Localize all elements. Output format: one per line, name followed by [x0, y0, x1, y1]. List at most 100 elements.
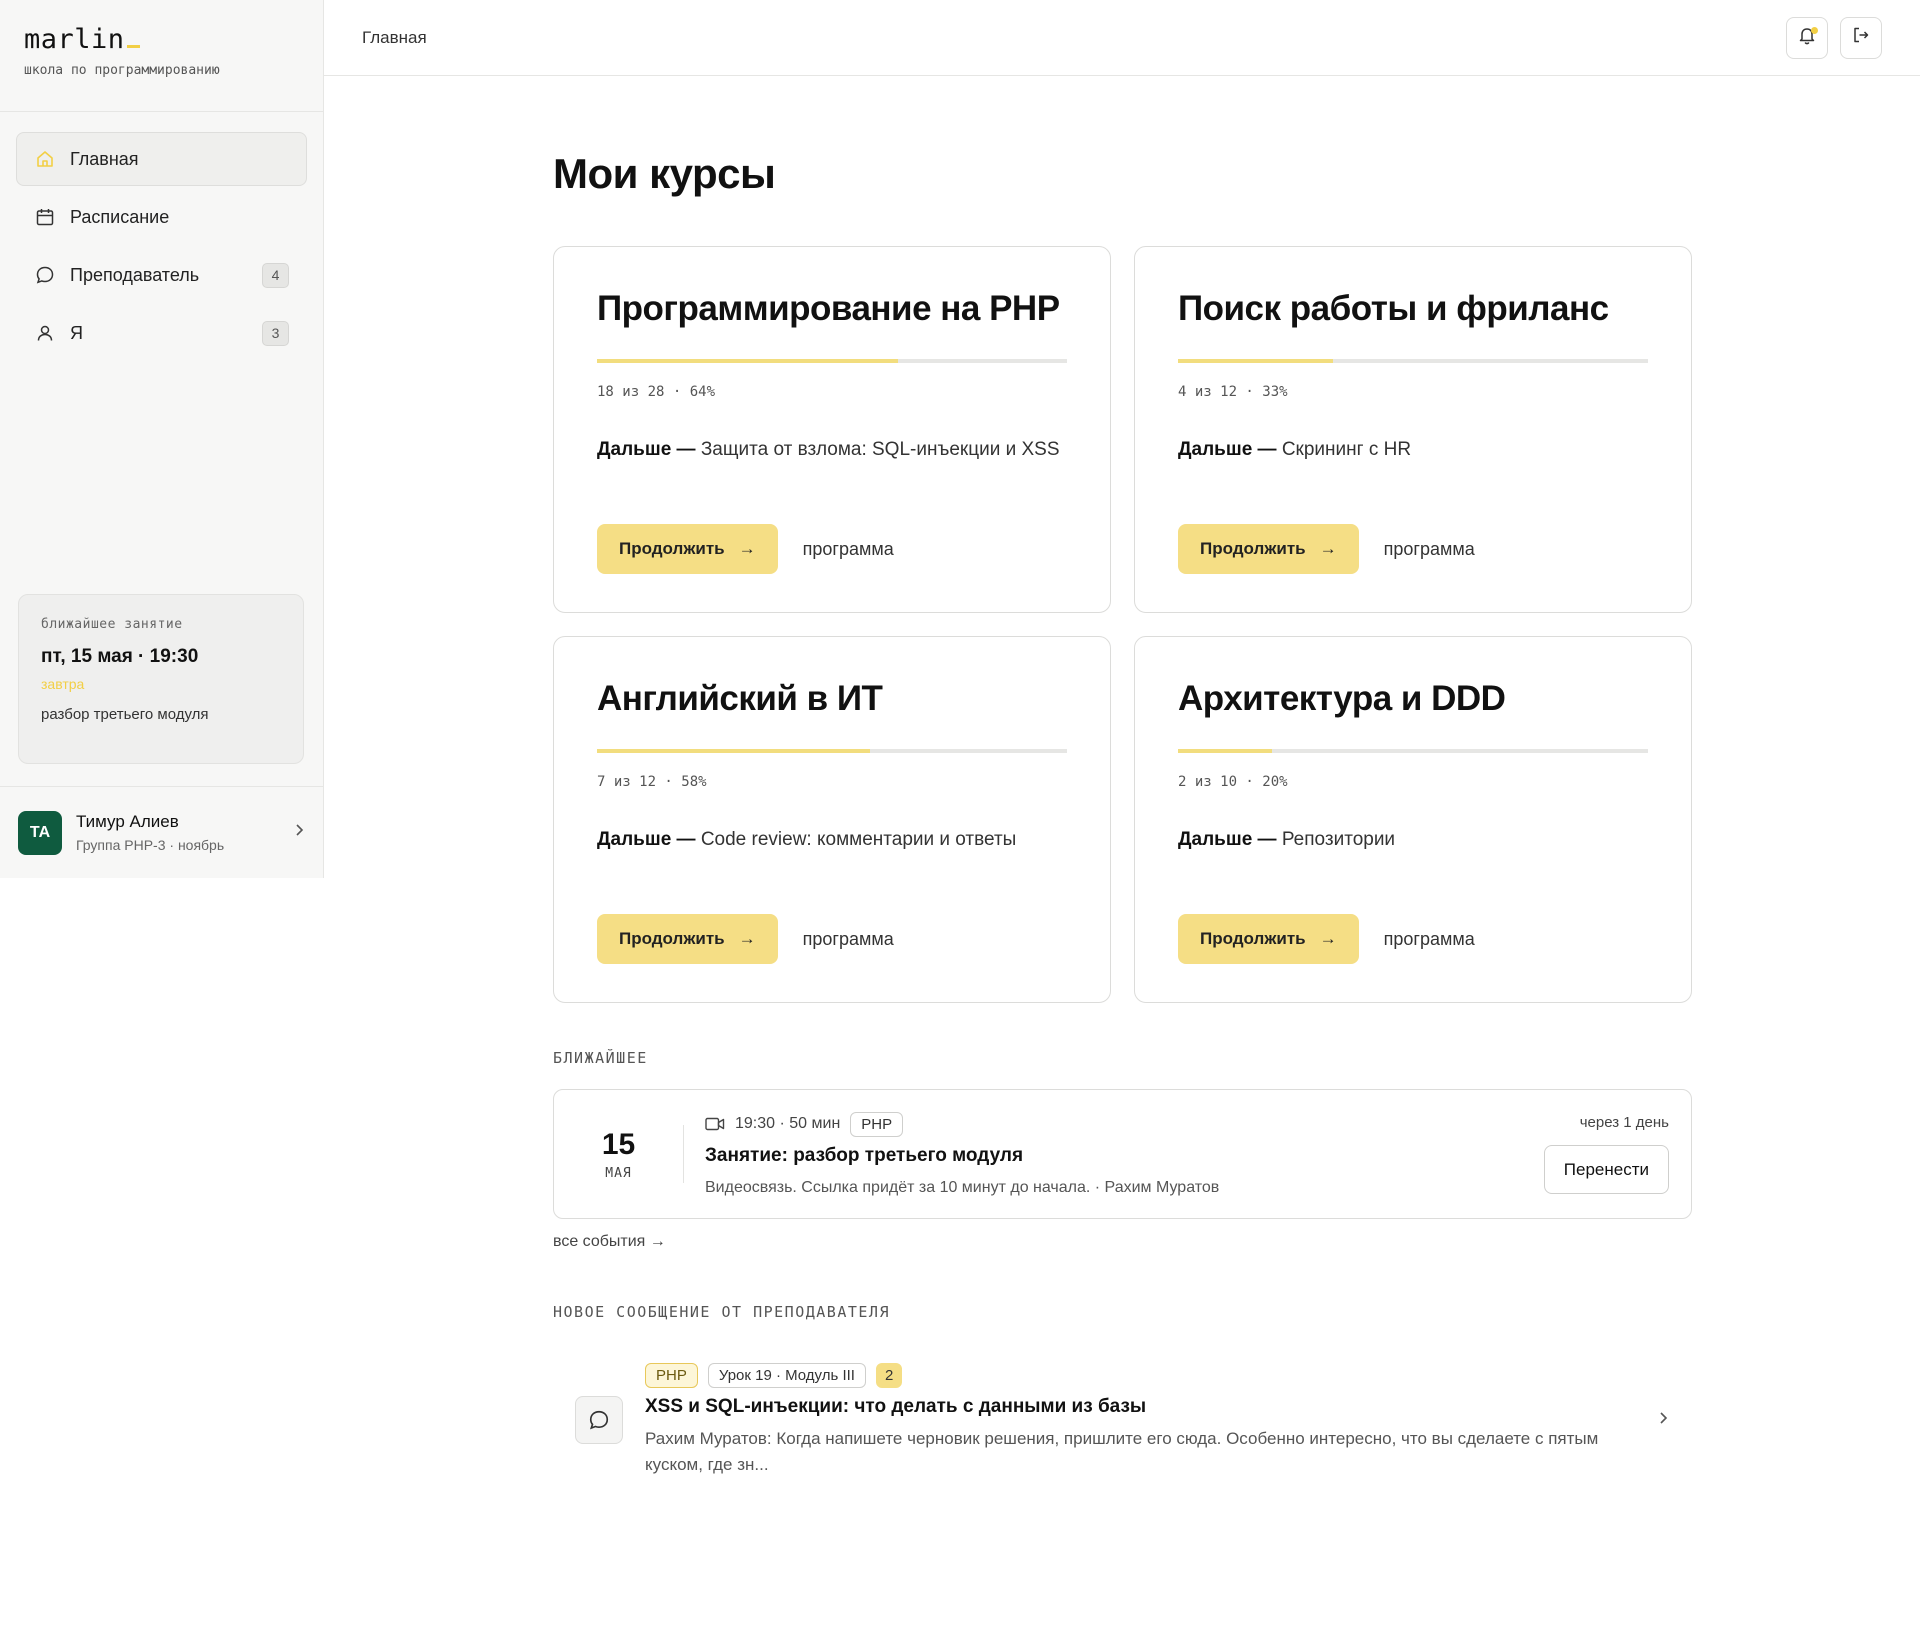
next-prefix: Дальше — [1178, 439, 1277, 460]
event-day: 15 [601, 1127, 636, 1161]
continue-label: Продолжить [1200, 929, 1306, 948]
course-next-lesson: Дальше — Code review: комментарии и отве… [597, 826, 1067, 902]
user-icon [34, 322, 56, 344]
notification-dot [1811, 26, 1818, 34]
sidebar-item-label: Преподаватель [70, 264, 200, 285]
event-month: МАЯ [605, 1165, 632, 1181]
course-card[interactable]: Программирование на PHP 18 из 28 · 64% Д… [553, 246, 1111, 613]
home-icon [34, 148, 56, 170]
top-bar: Главная [324, 0, 1920, 76]
chevron-right-icon [1656, 1411, 1670, 1430]
notifications-button[interactable] [1786, 16, 1828, 59]
next-lesson-topic: разбор третьего модуля [41, 706, 209, 723]
course-next-lesson: Дальше — Скрининг с HR [1178, 436, 1648, 512]
message-preview: Рахим Муратов: Когда напишете черновик р… [645, 1428, 1599, 1474]
continue-label: Продолжить [1200, 539, 1306, 558]
next-lesson-card[interactable]: ближайшее занятие пт, 15 мая · 19:30 зав… [18, 594, 304, 764]
continue-button[interactable]: Продолжить → [597, 524, 778, 574]
course-title: Программирование на PHP [597, 289, 1060, 328]
logout-icon [1851, 25, 1871, 50]
page-title: Мои курсы [553, 150, 776, 197]
unread-badge: 4 [262, 262, 289, 288]
sidebar-item-label: Главная [70, 148, 139, 169]
continue-button[interactable]: Продолжить → [1178, 914, 1359, 964]
message-title: XSS и SQL-инъекции: что делать с данными… [645, 1395, 1147, 1417]
course-progress-text: 2 из 10 · 20% [1178, 774, 1288, 790]
brand-logo[interactable]: marlin [24, 24, 323, 55]
message-section-label: НОВОЕ СООБЩЕНИЕ ОТ ПРЕПОДАВАТЕЛЯ [553, 1303, 890, 1321]
course-grid: Программирование на PHP 18 из 28 · 64% Д… [553, 246, 1692, 1003]
chat-icon [34, 264, 56, 286]
progress-fill [1178, 359, 1334, 363]
sidebar-item-home[interactable]: Главная [16, 132, 307, 186]
event-time: 19:30 · 50 мин [735, 1115, 841, 1132]
sidebar: marlin школа по программированию Главная… [0, 0, 324, 878]
course-progress-bar [597, 749, 1067, 753]
brand-name: marlin [24, 24, 125, 55]
course-card[interactable]: Поиск работы и фриланс 4 из 12 · 33% Дал… [1134, 246, 1692, 613]
course-progress-text: 7 из 12 · 58% [597, 774, 707, 790]
course-title: Архитектура и DDD [1178, 679, 1506, 718]
sidebar-nav: Главная Расписание Преподаватель 4 Я 3 [0, 112, 323, 360]
event-course-tag: PHP [850, 1111, 904, 1137]
reschedule-button[interactable]: Перенести [1543, 1145, 1669, 1194]
all-events-link[interactable]: все события → [553, 1233, 1692, 1251]
main-content: Мои курсы Программирование на PHP 18 из … [553, 76, 1692, 1481]
message-lesson-tag: Урок 19 · Модуль III [707, 1362, 866, 1388]
user-name: Тимур Алиев [76, 812, 179, 831]
continue-button[interactable]: Продолжить → [597, 914, 778, 964]
chevron-right-icon [292, 823, 306, 842]
breadcrumb[interactable]: Главная [362, 28, 1774, 48]
continue-button[interactable]: Продолжить → [1178, 524, 1359, 574]
brand-tagline: школа по программированию [24, 63, 220, 78]
user-profile[interactable]: ТА Тимур Алиев Группа PHP-3 · ноябрь [0, 786, 324, 878]
next-prefix: Дальше — [597, 829, 696, 850]
avatar: ТА [18, 810, 62, 855]
course-card[interactable]: Архитектура и DDD 2 из 10 · 20% Дальше —… [1134, 636, 1692, 1003]
course-progress-bar [1178, 749, 1648, 753]
course-next-lesson: Дальше — Защита от взлома: SQL-инъекции … [597, 436, 1067, 512]
progress-fill [597, 749, 870, 753]
sidebar-item-schedule[interactable]: Расписание [16, 190, 307, 244]
teacher-message-item[interactable]: PHP Урок 19 · Модуль III 2 XSS и SQL-инъ… [553, 1359, 1692, 1481]
sidebar-item-teacher[interactable]: Преподаватель 4 [16, 248, 307, 302]
next-lesson-when: завтра [41, 676, 85, 692]
course-title: Английский в ИТ [597, 679, 883, 718]
continue-label: Продолжить [619, 539, 725, 558]
program-link[interactable]: программа [1384, 539, 1475, 560]
next-lesson-title: Репозитории [1281, 829, 1396, 850]
continue-label: Продолжить [619, 929, 725, 948]
next-prefix: Дальше — [597, 439, 696, 460]
sidebar-item-label: Я [70, 322, 83, 343]
next-lesson-title: Code review: комментарии и ответы [700, 829, 1017, 850]
program-link[interactable]: программа [803, 929, 894, 950]
arrow-right-icon: → [1319, 539, 1337, 558]
program-link[interactable]: программа [1384, 929, 1475, 950]
program-link[interactable]: программа [803, 539, 894, 560]
sidebar-item-label: Расписание [70, 206, 170, 227]
course-progress-text: 4 из 12 · 33% [1178, 384, 1288, 400]
progress-fill [597, 359, 898, 363]
next-prefix: Дальше — [1178, 829, 1277, 850]
course-title: Поиск работы и фриланс [1178, 289, 1609, 328]
arrow-right-icon: → [1319, 929, 1337, 948]
next-lesson-kicker: ближайшее занятие [41, 617, 183, 632]
event-countdown: через 1 день [1579, 1114, 1669, 1131]
event-subtitle: Видеосвязь. Ссылка придёт за 10 минут до… [705, 1178, 1220, 1196]
user-group: Группа PHP-3 · ноябрь [76, 837, 225, 853]
next-lesson-title: Защита от взлома: SQL-инъекции и XSS [700, 439, 1060, 460]
event-title: Занятие: разбор третьего модуля [705, 1144, 1024, 1166]
unread-badge: 3 [262, 320, 289, 346]
course-progress-text: 18 из 28 · 64% [597, 384, 716, 400]
logout-button[interactable] [1840, 16, 1882, 59]
upcoming-event-card[interactable]: 15 МАЯ 19:30 · 50 мин PHP Занятие: разбо… [553, 1089, 1692, 1219]
arrow-right-icon: → [738, 929, 756, 948]
video-camera-icon [705, 1117, 725, 1131]
message-count-badge: 2 [875, 1362, 903, 1388]
message-course-tag: PHP [645, 1362, 698, 1388]
course-card[interactable]: Английский в ИТ 7 из 12 · 58% Дальше — C… [553, 636, 1111, 1003]
next-lesson-title: Скрининг с HR [1281, 439, 1412, 460]
sidebar-item-me[interactable]: Я 3 [16, 306, 307, 360]
chat-icon [575, 1396, 623, 1444]
event-date: 15 МАЯ [554, 1125, 684, 1183]
